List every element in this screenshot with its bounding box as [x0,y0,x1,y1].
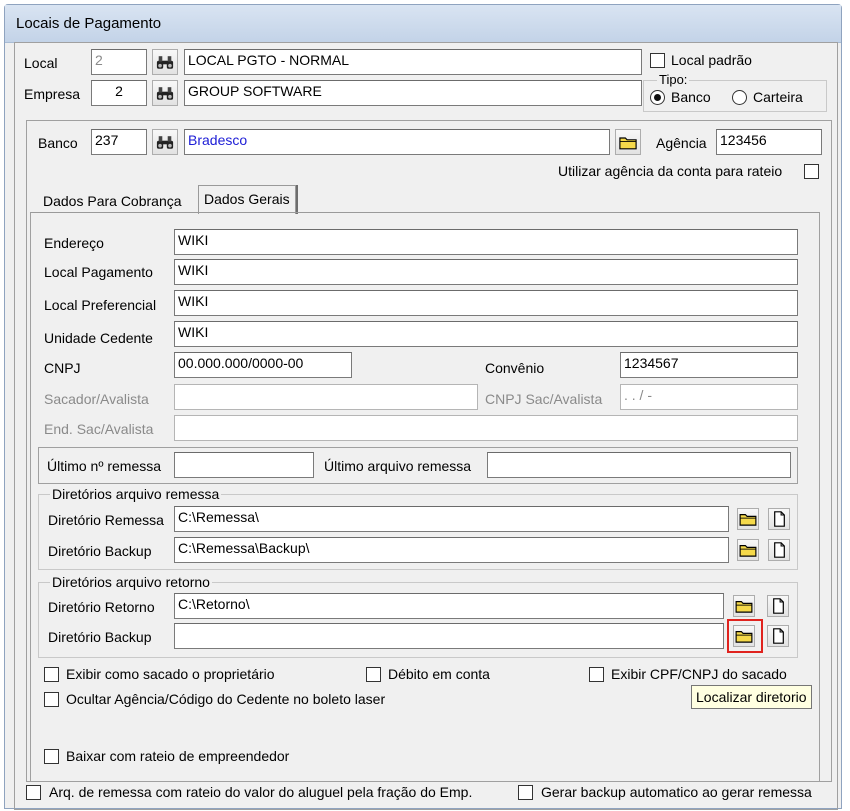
dir-retorno-folder-button[interactable] [733,595,755,617]
binoculars-icon [156,86,174,101]
binoculars-icon [156,135,174,150]
sacador-label: Sacador/Avalista [44,391,149,407]
local-pagamento-label: Local Pagamento [44,264,153,280]
tipo-banco-label: Banco [671,89,711,105]
rateio-agencia-checkbox[interactable] [804,164,819,179]
baixar-rateio-label: Baixar com rateio de empreendedor [66,748,290,764]
arq-remessa-label: Arq. de remessa com rateio do valor do a… [49,784,473,800]
convenio-field[interactable]: 1234567 [620,352,798,378]
title-bar: Locais de Pagamento [5,5,841,43]
endereco-field[interactable]: WIKI [174,229,798,255]
exibir-cpf-checkbox[interactable] [589,667,604,682]
local-padrao-label: Local padrão [671,52,752,68]
new-file-icon [772,628,785,644]
convenio-label: Convênio [485,360,545,376]
search-banco-button[interactable] [152,129,178,155]
ocultar-agencia-checkbox[interactable] [44,692,59,707]
highlight-box [727,619,763,653]
endereco-label: Endereço [44,235,104,251]
local-preferencial-field[interactable]: WIKI [174,290,798,316]
local-label: Local [24,55,58,71]
dir-retorno-label: Diretório Retorno [48,599,155,615]
banco-label: Banco [38,135,78,151]
unidade-cedente-field[interactable]: WIKI [174,321,798,347]
tooltip: Localizar diretorio [691,685,812,709]
search-empresa-button[interactable] [152,80,178,106]
tab-dados-gerais[interactable]: Dados Gerais [198,185,296,214]
sacador-field[interactable] [174,384,478,410]
empresa-code-field[interactable]: 2 [91,80,147,106]
rateio-agencia-label: Utilizar agência da conta para rateio [558,163,783,179]
remessa-group-title: Diretórios arquivo remessa [50,486,222,502]
debito-conta-label: Débito em conta [388,666,490,682]
cnpj-sac-label: CNPJ Sac/Avalista [485,391,603,407]
folder-icon [735,599,753,613]
cnpj-field[interactable]: 00.000.000/0000-00 [174,352,352,378]
banco-name-field[interactable]: Bradesco [184,129,610,155]
dir-backup-retorno-field[interactable] [174,623,724,649]
dir-backup-remessa-folder-button[interactable] [737,539,759,561]
dir-backup-remessa-field[interactable]: C:\Remessa\Backup\ [174,537,729,563]
window-title: Locais de Pagamento [16,15,162,32]
cnpj-label: CNPJ [44,360,81,376]
ocultar-agencia-label: Ocultar Agência/Código do Cedente no bol… [66,691,386,707]
new-file-icon [773,542,786,558]
banco-folder-button[interactable] [615,129,641,155]
baixar-rateio-checkbox[interactable] [44,749,59,764]
dir-backup-retorno-new-button[interactable] [767,625,789,647]
local-pagamento-field[interactable]: WIKI [174,259,798,285]
exibir-sacado-label: Exibir como sacado o proprietário [66,666,275,682]
agencia-field[interactable]: 123456 [716,129,822,155]
search-local-button[interactable] [152,49,178,75]
tipo-carteira-radio[interactable] [732,90,747,105]
cnpj-sac-field[interactable]: . . / - [620,384,798,410]
debito-conta-checkbox[interactable] [366,667,381,682]
empresa-label: Empresa [24,86,81,102]
end-sac-label: End. Sac/Avalista [44,421,154,437]
empresa-name-field[interactable]: GROUP SOFTWARE [184,80,642,106]
ultimo-arquivo-label: Último arquivo remessa [324,458,472,474]
dir-retorno-field[interactable]: C:\Retorno\ [174,593,724,619]
dir-remessa-label: Diretório Remessa [48,512,164,528]
folder-icon [739,543,757,557]
ultimo-arquivo-field[interactable] [487,452,791,478]
dir-remessa-new-button[interactable] [768,508,790,530]
arq-remessa-checkbox[interactable] [26,785,41,800]
banco-code-field[interactable]: 237 [91,129,147,155]
new-file-icon [773,511,786,527]
gerar-backup-label: Gerar backup automatico ao gerar remessa [541,784,812,800]
dir-remessa-field[interactable]: C:\Remessa\ [174,506,729,532]
dir-retorno-new-button[interactable] [767,595,789,617]
dir-backup-remessa-label: Diretório Backup [48,543,152,559]
binoculars-icon [156,55,174,70]
agencia-label: Agência [656,135,707,151]
tipo-banco-radio[interactable] [650,90,665,105]
new-file-icon [772,598,785,614]
local-code-field[interactable]: 2 [91,49,147,75]
dir-backup-retorno-label: Diretório Backup [48,629,152,645]
tipo-label: Tipo: [657,72,690,87]
tipo-carteira-label: Carteira [753,89,803,105]
exibir-cpf-label: Exibir CPF/CNPJ do sacado [611,666,787,682]
retorno-group-title: Diretórios arquivo retorno [50,574,212,590]
local-name-field[interactable]: LOCAL PGTO - NORMAL [184,49,642,75]
local-preferencial-label: Local Preferencial [44,297,157,313]
ultimo-remessa-field[interactable] [174,452,314,478]
exibir-sacado-checkbox[interactable] [44,667,59,682]
folder-icon [739,512,757,526]
unidade-cedente-label: Unidade Cedente [44,330,153,346]
ultimo-remessa-label: Último nº remessa [47,458,162,474]
gerar-backup-checkbox[interactable] [518,785,533,800]
end-sac-field[interactable] [174,415,798,441]
dir-remessa-folder-button[interactable] [737,508,759,530]
local-padrao-checkbox[interactable] [650,53,665,68]
folder-icon [619,135,637,150]
dir-backup-remessa-new-button[interactable] [768,539,790,561]
